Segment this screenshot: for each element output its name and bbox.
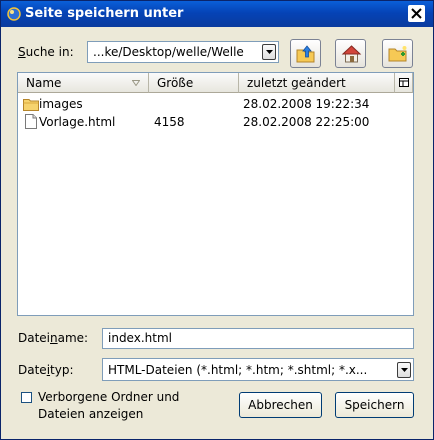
column-header-name[interactable]: Name — [18, 73, 149, 93]
column-chooser-button[interactable] — [395, 73, 413, 93]
show-hidden-label-line2: Dateien anzeigen — [38, 407, 144, 421]
filetype-select[interactable]: HTML-Dateien (*.html; *.htm; *.shtml; *.… — [102, 358, 414, 381]
save-dialog-window: Seite speichern unter Suche in: ...ke/De… — [0, 0, 434, 440]
new-folder-icon — [388, 46, 407, 62]
list-item[interactable]: images 28.02.2008 19:22:34 — [18, 95, 413, 113]
folder-icon — [23, 99, 39, 111]
list-item[interactable]: Vorlage.html 4158 28.02.2008 22:25:00 — [18, 113, 413, 131]
location-combo[interactable]: ...ke/Desktop/welle/Welle — [87, 41, 279, 63]
list-item-size: 4158 — [154, 115, 185, 129]
filetype-label: Dateityp: — [18, 363, 74, 377]
up-folder-button[interactable] — [290, 39, 321, 68]
column-header-modified-label: zuletzt geändert — [247, 76, 346, 90]
column-header-size-label: Größe — [157, 76, 194, 90]
location-dropdown-button[interactable] — [262, 44, 276, 60]
filename-value: index.html — [108, 331, 172, 345]
column-header-modified[interactable]: zuletzt geändert — [239, 73, 395, 93]
app-icon — [7, 7, 21, 21]
file-list[interactable]: Name Größe zuletzt geändert images 28.02… — [17, 72, 414, 316]
column-header-name-label: Name — [26, 76, 62, 90]
show-hidden-label-line1: Verborgene Ordner und — [38, 390, 180, 404]
folder-up-icon — [296, 45, 315, 63]
new-folder-button[interactable] — [382, 39, 413, 68]
column-header-size[interactable]: Größe — [149, 73, 239, 93]
chevron-down-icon — [266, 50, 273, 54]
chevron-down-icon — [401, 368, 408, 372]
title-bar[interactable]: Seite speichern unter — [1, 1, 433, 27]
file-icon — [25, 114, 37, 129]
location-label: Suche in: — [18, 45, 74, 59]
list-item-modified: 28.02.2008 19:22:34 — [243, 97, 370, 111]
filetype-value: HTML-Dateien (*.html; *.htm; *.shtml; *.… — [108, 363, 368, 377]
home-icon — [341, 45, 362, 63]
show-hidden-checkbox[interactable] — [21, 392, 32, 403]
list-item-name: Vorlage.html — [39, 115, 116, 129]
column-chooser-icon — [399, 78, 409, 87]
filename-field[interactable]: index.html — [102, 328, 414, 349]
close-icon — [411, 8, 422, 19]
window-title: Seite speichern unter — [25, 6, 184, 21]
save-button[interactable]: Speichern — [335, 392, 414, 418]
sort-indicator-icon — [132, 80, 140, 86]
close-button[interactable] — [408, 5, 425, 22]
filename-label: Dateiname: — [18, 331, 89, 345]
home-button[interactable] — [335, 39, 366, 68]
location-path: ...ke/Desktop/welle/Welle — [93, 45, 244, 59]
cancel-button[interactable]: Abbrechen — [239, 392, 322, 418]
filetype-dropdown-button[interactable] — [397, 362, 411, 378]
list-item-name: images — [39, 97, 83, 111]
list-item-modified: 28.02.2008 22:25:00 — [243, 115, 370, 129]
